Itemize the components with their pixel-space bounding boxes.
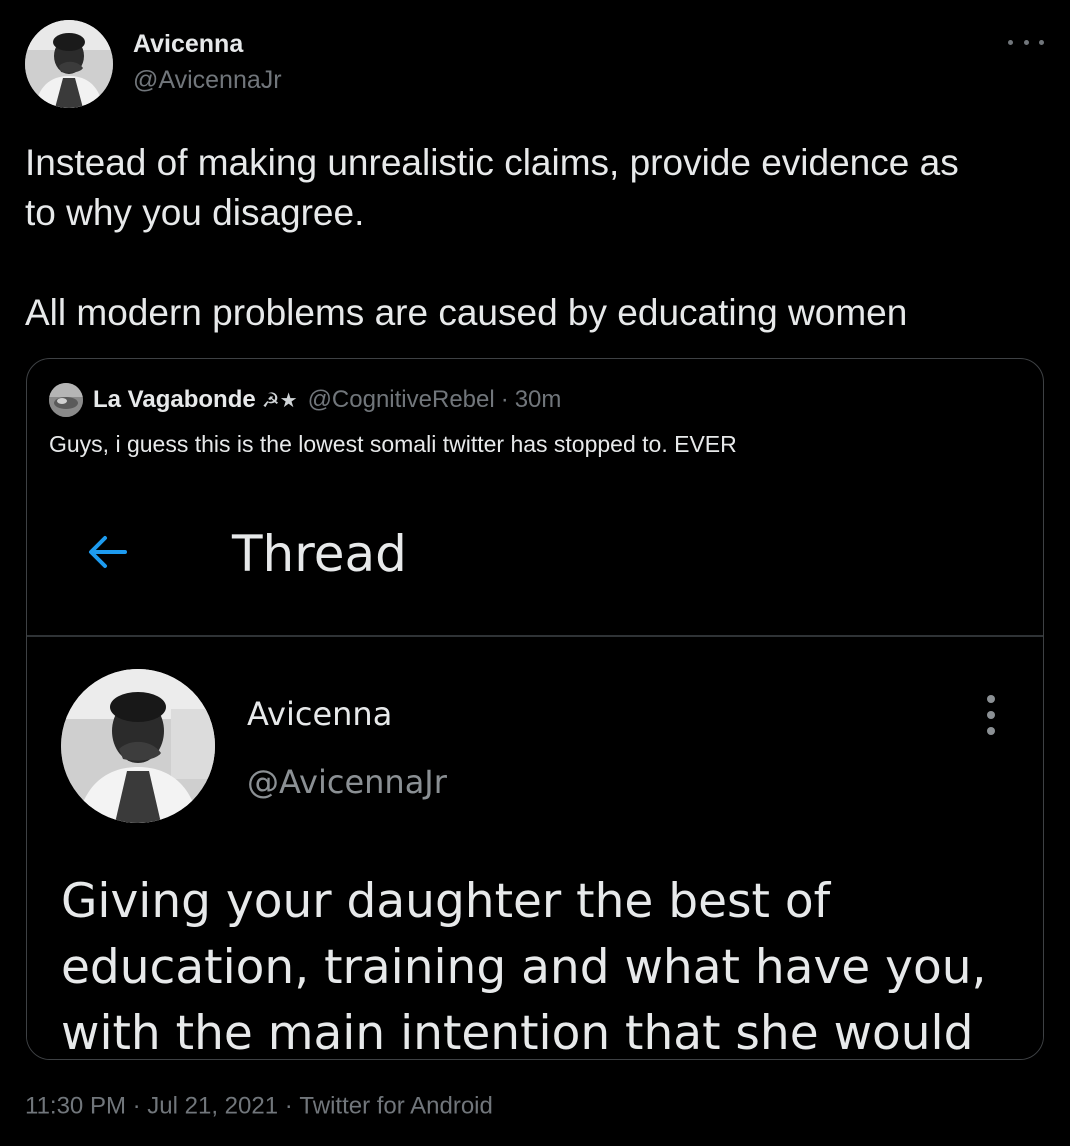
avatar-photo — [25, 20, 113, 108]
screenshot-avatar-photo — [61, 669, 215, 823]
tweet-source[interactable]: Twitter for Android — [299, 1093, 492, 1120]
screenshot-author-handle: @AvicennaJr — [247, 763, 447, 801]
more-vertical-icon-dot — [987, 711, 995, 719]
author-display-name[interactable]: Avicenna — [133, 30, 243, 59]
author-avatar[interactable] — [25, 20, 113, 108]
tweet-time[interactable]: 11:30 PM — [25, 1093, 126, 1120]
more-options-button[interactable] — [1008, 30, 1044, 54]
paragraph-break — [25, 238, 1055, 288]
screenshot-text-line: education, training and what have you, — [61, 940, 987, 995]
quoted-author-avatar — [49, 383, 83, 417]
screenshot-author-avatar — [61, 669, 215, 823]
screenshot-tweet-text: Giving your daughter the best of educati… — [61, 869, 1021, 1060]
screenshot-divider — [27, 635, 1043, 637]
screenshot-thread-title: Thread — [232, 525, 407, 583]
tweet-metadata: 11:30 PM · Jul 21, 2021 · Twitter for An… — [25, 1092, 493, 1121]
more-horizontal-icon-dot — [1039, 39, 1044, 45]
quoted-tweet-text: Guys, i guess this is the lowest somali … — [49, 431, 737, 457]
quoted-tweet-time: 30m — [514, 386, 562, 413]
quoted-author-emoji: ☭★ — [261, 388, 298, 412]
tweet-text-line: All modern problems are caused by educat… — [25, 292, 908, 333]
separator-dot: · — [132, 1092, 141, 1120]
quoted-author-name: La Vagabonde — [93, 386, 256, 413]
screenshot-author-name: Avicenna — [247, 695, 393, 733]
quoted-tweet-card[interactable]: La Vagabonde ☭★ @CognitiveRebel · 30m Gu… — [26, 358, 1044, 1060]
more-vertical-icon-dot — [987, 727, 995, 735]
more-horizontal-icon — [1008, 39, 1013, 45]
quoted-tweet-image[interactable]: Thread Avicenna @AvicennaJr Giving your … — [27, 499, 1043, 1059]
arrow-left-icon — [83, 527, 133, 577]
tweet-text: Instead of making unrealistic claims, pr… — [25, 138, 1055, 338]
screenshot-text-line: Giving your daughter the best of — [61, 874, 831, 929]
screenshot-text-line: with the main intention that she would — [61, 1006, 974, 1060]
quoted-avatar-photo — [49, 383, 83, 417]
tweet-text-line: Instead of making unrealistic claims, pr… — [25, 142, 959, 183]
more-vertical-icon-dot — [987, 695, 995, 703]
quoted-author-handle: @CognitiveRebel — [307, 386, 495, 413]
separator-dot: · — [500, 386, 509, 413]
more-horizontal-icon-dot — [1023, 39, 1029, 45]
author-handle[interactable]: @AvicennaJr — [133, 66, 282, 95]
separator-dot: · — [284, 1092, 293, 1120]
tweet-text-line: to why you disagree. — [25, 192, 365, 233]
more-vertical-icon — [985, 695, 997, 735]
tweet-date[interactable]: Jul 21, 2021 — [147, 1093, 278, 1120]
quoted-tweet-header: La Vagabonde ☭★ @CognitiveRebel · 30m — [49, 383, 561, 417]
